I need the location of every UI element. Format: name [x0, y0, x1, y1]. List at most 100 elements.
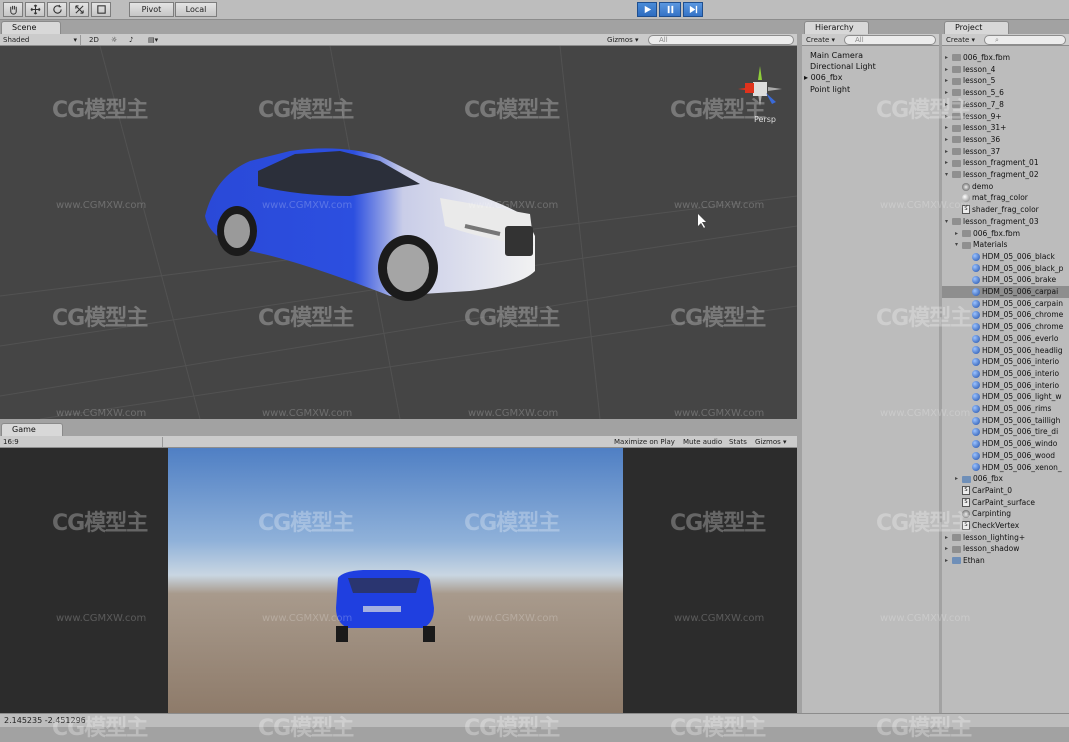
2d-toggle-button[interactable]: 2D: [89, 35, 105, 45]
project-item[interactable]: HDM_05_006_interio: [942, 380, 1069, 392]
project-item[interactable]: HDM_05_006_chrome: [942, 309, 1069, 321]
tab-hierarchy[interactable]: Hierarchy: [804, 21, 869, 34]
hierarchy-item[interactable]: Point light: [810, 84, 850, 95]
project-item[interactable]: ▸ lesson_36: [942, 134, 1069, 146]
project-item[interactable]: ▸ lesson_37: [942, 146, 1069, 158]
tab-project[interactable]: Project: [944, 21, 1009, 34]
project-item[interactable]: HDM_05_006_light_w: [942, 391, 1069, 403]
hierarchy-item-006-fbx[interactable]: ▸ 006_fbx: [804, 72, 842, 83]
project-item[interactable]: ▸ lesson_5: [942, 75, 1069, 87]
expand-arrow-icon[interactable]: ▾: [945, 169, 952, 181]
hand-tool-button[interactable]: [3, 2, 23, 17]
project-item[interactable]: ▸ lesson_fragment_01: [942, 157, 1069, 169]
project-item[interactable]: HDM_05_006_wood: [942, 450, 1069, 462]
project-item[interactable]: HDM_05_006_headlig: [942, 345, 1069, 357]
expand-arrow-icon[interactable]: ▸: [945, 111, 952, 123]
project-search-input[interactable]: ⌕: [984, 35, 1066, 45]
project-item[interactable]: ▸ lesson_lighting+: [942, 532, 1069, 544]
project-item[interactable]: Sshader_frag_color: [942, 204, 1069, 216]
project-item[interactable]: ▾ lesson_fragment_03: [942, 216, 1069, 228]
expand-arrow-icon[interactable]: ▸: [945, 87, 952, 99]
expand-arrow-icon[interactable]: ▸: [945, 146, 952, 158]
audio-toggle-icon[interactable]: ♪: [129, 35, 143, 45]
project-item[interactable]: ▾ lesson_fragment_02: [942, 169, 1069, 181]
project-item[interactable]: ▸ 006_fbx.fbm: [942, 52, 1069, 64]
hierarchy-item[interactable]: Directional Light: [810, 61, 876, 72]
project-item[interactable]: HDM_05_006_carpai: [942, 286, 1069, 298]
scale-tool-button[interactable]: [69, 2, 89, 17]
stats-toggle[interactable]: Stats: [729, 437, 751, 447]
hierarchy-search-input[interactable]: All: [844, 35, 936, 45]
rect-tool-button[interactable]: [91, 2, 111, 17]
project-item-label: CheckVertex: [972, 521, 1020, 530]
expand-arrow-icon[interactable]: ▸: [945, 122, 952, 134]
project-item[interactable]: HDM_05_006_rims: [942, 403, 1069, 415]
project-item[interactable]: ▸ 006_fbx: [942, 473, 1069, 485]
hierarchy-item[interactable]: Main Camera: [810, 50, 863, 61]
expand-arrow-icon[interactable]: ▸: [945, 64, 952, 76]
project-item[interactable]: HDM_05_006_carpain: [942, 298, 1069, 310]
step-button[interactable]: [683, 2, 703, 17]
project-item[interactable]: ▸ lesson_7_8: [942, 99, 1069, 111]
tab-scene[interactable]: Scene: [1, 21, 61, 34]
project-item[interactable]: S CarPaint_0: [942, 485, 1069, 497]
expand-arrow-icon[interactable]: ▸: [955, 473, 962, 485]
project-item[interactable]: HDM_05_006_tire_di: [942, 426, 1069, 438]
rotate-tool-button[interactable]: [47, 2, 67, 17]
project-item[interactable]: HDM_05_006_brake: [942, 274, 1069, 286]
aspect-dropdown[interactable]: 16:9: [3, 437, 163, 447]
project-item[interactable]: HDM_05_006_tailligh: [942, 415, 1069, 427]
tab-game[interactable]: Game: [1, 423, 63, 436]
mute-audio-toggle[interactable]: Mute audio: [683, 437, 725, 447]
move-tool-button[interactable]: [25, 2, 45, 17]
project-item[interactable]: HDM_05_006_black_p: [942, 263, 1069, 275]
project-item[interactable]: HDM_05_006_windo: [942, 438, 1069, 450]
project-item[interactable]: ▸ lesson_shadow: [942, 543, 1069, 555]
project-item[interactable]: HDM_05_006_interio: [942, 356, 1069, 368]
expand-arrow-icon[interactable]: ▸: [945, 134, 952, 146]
pause-button[interactable]: [659, 2, 681, 17]
expand-arrow-icon[interactable]: ▸: [955, 228, 962, 240]
project-item[interactable]: S CheckVertex: [942, 520, 1069, 532]
expand-arrow-icon[interactable]: ▾: [955, 239, 962, 251]
expand-arrow-icon[interactable]: ▸: [945, 75, 952, 87]
project-item[interactable]: HDM_05_006_interio: [942, 368, 1069, 380]
expand-arrow-icon[interactable]: ▸: [945, 543, 952, 555]
project-item[interactable]: ▸ lesson_9+: [942, 111, 1069, 123]
project-item[interactable]: ▸ lesson_5_6: [942, 87, 1069, 99]
project-item[interactable]: ▾ Materials: [942, 239, 1069, 251]
play-button[interactable]: [637, 2, 657, 17]
project-item[interactable]: HDM_05_006_black: [942, 251, 1069, 263]
project-item[interactable]: HDM_05_006_xenon_: [942, 462, 1069, 474]
scene-search-input[interactable]: All: [648, 35, 794, 45]
scene-gizmos-dropdown[interactable]: Gizmos ▾: [607, 35, 643, 45]
project-item[interactable]: ▸ lesson_4: [942, 64, 1069, 76]
project-item[interactable]: HDM_05_006_chrome: [942, 321, 1069, 333]
scene-orientation-gizmo[interactable]: [738, 66, 782, 106]
expand-arrow-icon[interactable]: ▸: [945, 555, 952, 567]
expand-arrow-icon[interactable]: ▸: [945, 532, 952, 544]
expand-arrow-icon[interactable]: ▸: [945, 99, 952, 111]
project-item[interactable]: HDM_05_006_everlo: [942, 333, 1069, 345]
project-item[interactable]: mat_frag_color: [942, 192, 1069, 204]
expand-arrow-icon[interactable]: ▾: [945, 216, 952, 228]
project-item[interactable]: demo: [942, 181, 1069, 193]
lighting-toggle-icon[interactable]: ☼: [111, 35, 125, 45]
game-gizmos-dropdown[interactable]: Gizmos ▾: [755, 437, 795, 447]
project-item[interactable]: Carpinting: [942, 508, 1069, 520]
hierarchy-create-dropdown[interactable]: Create ▾: [806, 35, 842, 45]
project-create-dropdown[interactable]: Create ▾: [946, 35, 982, 45]
project-item[interactable]: ▸ Ethan: [942, 555, 1069, 567]
expand-arrow-icon[interactable]: ▸: [945, 52, 952, 64]
pivot-toggle-button[interactable]: Pivot: [129, 2, 174, 17]
scene-viewport[interactable]: Persp: [0, 46, 797, 419]
expand-arrow-icon[interactable]: ▸: [945, 157, 952, 169]
local-toggle-button[interactable]: Local: [175, 2, 217, 17]
effects-dropdown-icon[interactable]: ▤▾: [148, 35, 168, 45]
maximize-on-play-toggle[interactable]: Maximize on Play: [614, 437, 680, 447]
project-item[interactable]: ▸ lesson_31+: [942, 122, 1069, 134]
game-view[interactable]: [0, 448, 797, 713]
project-item[interactable]: ▸ 006_fbx.fbm: [942, 228, 1069, 240]
project-item[interactable]: S CarPaint_surface: [942, 497, 1069, 509]
shading-mode-dropdown[interactable]: Shaded ▾: [3, 35, 81, 45]
